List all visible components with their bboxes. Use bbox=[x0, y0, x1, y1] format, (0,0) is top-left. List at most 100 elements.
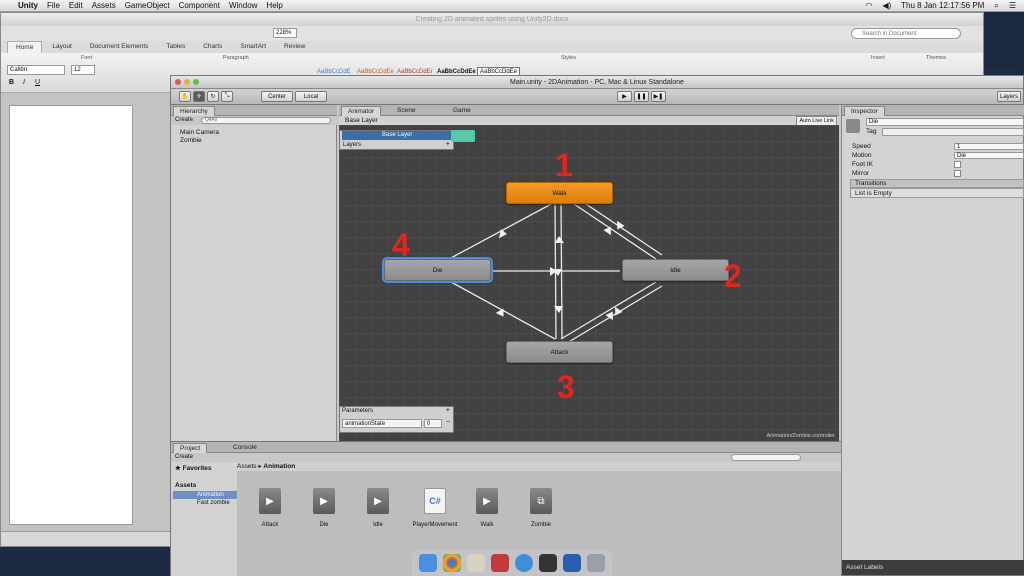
hand-tool-icon[interactable]: ✋ bbox=[179, 91, 191, 102]
word-page[interactable] bbox=[9, 105, 133, 525]
tab-inspector[interactable]: Inspector bbox=[844, 106, 885, 116]
word-icon[interactable] bbox=[563, 554, 581, 572]
menu-help[interactable]: Help bbox=[266, 1, 282, 10]
assets-folder[interactable]: Assets bbox=[175, 482, 196, 489]
close-icon[interactable] bbox=[175, 79, 181, 85]
mac-dock bbox=[412, 550, 612, 576]
state-walk[interactable]: Walk bbox=[506, 182, 613, 204]
unity-icon[interactable] bbox=[539, 554, 557, 572]
asset-zombie[interactable]: ⧉ Zombie bbox=[521, 488, 561, 528]
animator-graph[interactable]: Base Layer Layers + Walk Idle Attack Die… bbox=[339, 125, 839, 441]
add-parameter-icon[interactable]: + bbox=[446, 407, 450, 414]
any-state-node[interactable] bbox=[451, 130, 475, 142]
hierarchy-item-zombie[interactable]: Zombie bbox=[180, 137, 202, 144]
tab-animator[interactable]: Animator bbox=[341, 106, 382, 116]
asset-labels-bar[interactable]: Asset Labels bbox=[842, 560, 1024, 575]
rotate-tool-icon[interactable]: ↻ bbox=[207, 91, 219, 102]
italic-icon[interactable]: I bbox=[23, 79, 25, 86]
inspector-panel: Inspector Die Tag Speed 1 Motion Die Foo… bbox=[841, 105, 1024, 575]
base-layer-item[interactable]: Base Layer bbox=[342, 131, 454, 140]
breadcrumb-assets[interactable]: Assets bbox=[237, 463, 257, 470]
tab-game[interactable]: Game bbox=[447, 106, 477, 116]
state-idle[interactable]: Idle bbox=[622, 259, 729, 281]
motion-field[interactable]: Die bbox=[954, 152, 1024, 159]
trash-icon[interactable] bbox=[587, 554, 605, 572]
menu-file[interactable]: File bbox=[47, 1, 60, 10]
tab-scene[interactable]: Scene bbox=[391, 106, 421, 116]
volume-icon[interactable]: ◀) bbox=[882, 1, 891, 11]
tab-hierarchy[interactable]: Hierarchy bbox=[173, 106, 215, 116]
menu-window[interactable]: Window bbox=[229, 1, 257, 10]
word-zoom[interactable]: 228% bbox=[273, 28, 297, 38]
notifications-icon[interactable]: ☰ bbox=[1009, 1, 1016, 11]
menubar-clock[interactable]: Thu 8 Jan 12:17:56 PM bbox=[901, 1, 984, 11]
word-tab-smartart[interactable]: SmartArt bbox=[232, 41, 274, 53]
menu-edit[interactable]: Edit bbox=[69, 1, 83, 10]
pause-icon[interactable]: ❚❚ bbox=[634, 91, 649, 102]
project-folder-tree: ★ Favorites Assets Animation Fast zombie bbox=[171, 462, 237, 576]
word-tab-layout[interactable]: Layout bbox=[44, 41, 80, 53]
add-layer-icon[interactable]: + bbox=[446, 141, 450, 148]
tab-console[interactable]: Console bbox=[227, 443, 263, 453]
hierarchy-create-button[interactable]: Create bbox=[175, 117, 193, 123]
favorites-folder[interactable]: ★ Favorites bbox=[175, 464, 212, 472]
unity-title-text: Main.unity - 2DAnimation - PC, Mac & Lin… bbox=[510, 79, 684, 86]
asset-walk[interactable]: ▶ Walk bbox=[467, 488, 507, 528]
remove-parameter-icon[interactable]: − bbox=[446, 419, 450, 426]
project-create-button[interactable]: Create bbox=[175, 454, 193, 460]
menu-app-name[interactable]: Unity bbox=[18, 1, 38, 10]
spotlight-icon[interactable]: ⌕ bbox=[994, 1, 998, 11]
word-tab-review[interactable]: Review bbox=[276, 41, 313, 53]
word-tab-document-elements[interactable]: Document Elements bbox=[82, 41, 157, 53]
font-size-field[interactable]: 12 bbox=[71, 65, 95, 75]
asset-attack[interactable]: ▶ Attack bbox=[250, 488, 290, 528]
wifi-icon[interactable]: ◠ bbox=[865, 1, 872, 11]
speed-field[interactable]: 1 bbox=[954, 143, 1024, 150]
bookmarks-label[interactable]: Bookmarks bbox=[986, 63, 1019, 70]
asset-player-movement[interactable]: C# PlayerMovement bbox=[412, 488, 458, 528]
app-icon[interactable] bbox=[467, 554, 485, 572]
parameter-value-field[interactable]: 0 bbox=[424, 419, 442, 428]
app-icon[interactable] bbox=[491, 554, 509, 572]
play-icon[interactable]: ▶ bbox=[617, 91, 632, 102]
animator-breadcrumb[interactable]: Base Layer bbox=[345, 116, 378, 125]
mirror-checkbox[interactable] bbox=[954, 170, 961, 177]
finder-icon[interactable] bbox=[419, 554, 437, 572]
menu-component[interactable]: Component bbox=[179, 1, 220, 10]
move-tool-icon[interactable]: ✛ bbox=[193, 91, 205, 102]
menu-assets[interactable]: Assets bbox=[92, 1, 116, 10]
asset-die[interactable]: ▶ Die bbox=[304, 488, 344, 528]
font-name-field[interactable]: Calibri bbox=[7, 65, 65, 75]
word-tab-home[interactable]: Home bbox=[7, 41, 43, 53]
chrome-icon[interactable] bbox=[443, 554, 461, 572]
tag-field[interactable] bbox=[882, 128, 1024, 136]
underline-icon[interactable]: U bbox=[35, 79, 40, 86]
zoom-icon[interactable] bbox=[193, 79, 199, 85]
fast-zombie-folder[interactable]: Fast zombie bbox=[197, 500, 230, 506]
layers-dropdown[interactable]: Layers bbox=[997, 91, 1021, 102]
project-toolbar: Create bbox=[171, 453, 841, 462]
pivot-center-button[interactable]: Center bbox=[261, 91, 293, 102]
tab-project[interactable]: Project bbox=[173, 443, 208, 453]
parameter-name-field[interactable]: animationState bbox=[342, 419, 422, 428]
app-store-icon[interactable] bbox=[515, 554, 533, 572]
foot-ik-checkbox[interactable] bbox=[954, 161, 961, 168]
menu-gameobject[interactable]: GameObject bbox=[125, 1, 170, 10]
scale-tool-icon[interactable]: ⤡ bbox=[221, 91, 233, 102]
pivot-local-button[interactable]: Local bbox=[295, 91, 327, 102]
bold-icon[interactable]: B bbox=[9, 79, 14, 86]
asset-idle[interactable]: ▶ Idle bbox=[358, 488, 398, 528]
state-attack[interactable]: Attack bbox=[506, 341, 613, 363]
step-icon[interactable]: ▶❚ bbox=[651, 91, 666, 102]
project-search-input[interactable] bbox=[731, 454, 801, 461]
word-tab-tables[interactable]: Tables bbox=[158, 41, 193, 53]
object-name-field[interactable]: Die bbox=[866, 118, 1024, 126]
assets-label: Assets bbox=[175, 482, 197, 489]
word-search-input[interactable]: Search in Document bbox=[851, 28, 961, 39]
breadcrumb-animation[interactable]: Animation bbox=[263, 463, 295, 470]
word-tab-charts[interactable]: Charts bbox=[195, 41, 230, 53]
animation-folder[interactable]: Animation bbox=[173, 491, 237, 499]
minimize-icon[interactable] bbox=[184, 79, 190, 85]
hierarchy-search-input[interactable]: Q▾All bbox=[201, 117, 331, 124]
hierarchy-item-main-camera[interactable]: Main Camera bbox=[180, 129, 219, 136]
